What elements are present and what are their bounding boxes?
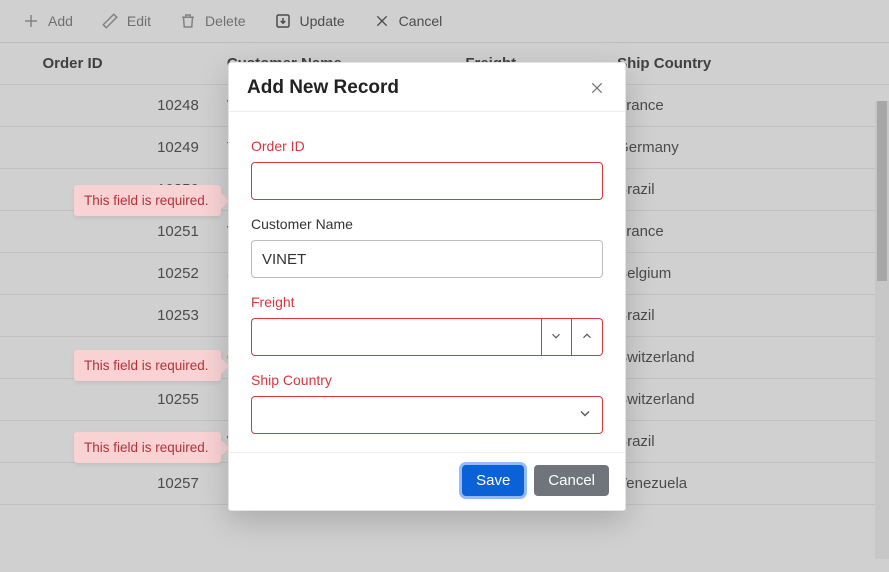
dialog-footer: Save Cancel — [229, 452, 625, 510]
chevron-down-icon — [577, 406, 593, 425]
freight-decrement[interactable] — [541, 318, 572, 356]
validation-callout-order-id: This field is required. — [74, 185, 221, 216]
dialog-cancel-button[interactable]: Cancel — [534, 465, 609, 496]
dialog-header: Add New Record — [229, 63, 625, 112]
field-order-id: Order ID — [251, 138, 603, 200]
add-record-dialog: Add New Record Order ID Customer Name Fr… — [228, 62, 626, 511]
label-order-id: Order ID — [251, 138, 603, 154]
input-order-id[interactable] — [251, 162, 603, 200]
label-ship-country: Ship Country — [251, 372, 603, 388]
field-customer-name: Customer Name — [251, 216, 603, 278]
input-freight[interactable] — [251, 318, 541, 356]
dialog-body: Order ID Customer Name Freight — [229, 112, 625, 452]
save-button[interactable]: Save — [462, 465, 524, 496]
close-icon[interactable] — [587, 78, 607, 98]
dialog-title: Add New Record — [247, 77, 399, 99]
label-customer-name: Customer Name — [251, 216, 603, 232]
chevron-down-icon — [549, 329, 563, 346]
validation-callout-freight: This field is required. — [74, 350, 221, 381]
validation-callout-ship-country: This field is required. — [74, 432, 221, 463]
chevron-up-icon — [580, 329, 594, 346]
input-customer-name[interactable] — [251, 240, 603, 278]
field-freight: Freight — [251, 294, 603, 356]
freight-increment[interactable] — [572, 318, 603, 356]
field-ship-country: Ship Country — [251, 372, 603, 434]
label-freight: Freight — [251, 294, 603, 310]
select-ship-country[interactable] — [251, 396, 603, 434]
